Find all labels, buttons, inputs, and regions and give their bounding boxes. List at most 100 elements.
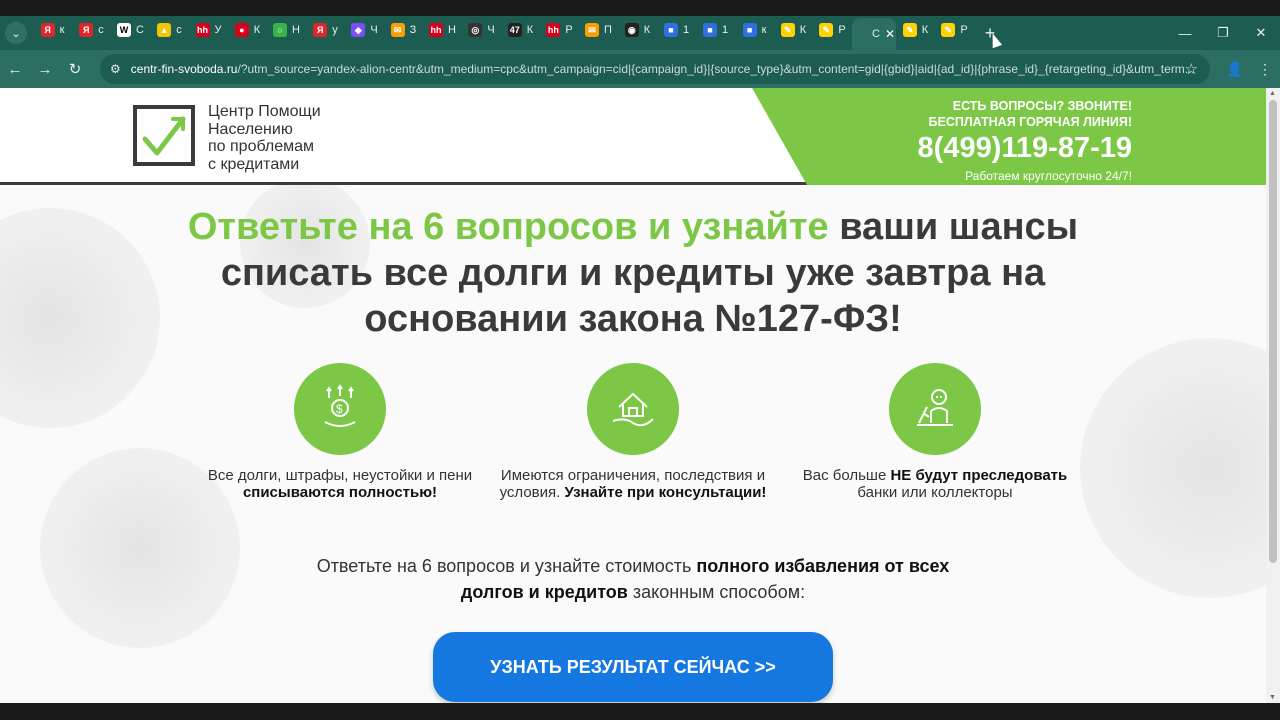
svg-text:$: $ xyxy=(336,402,343,416)
tab-title: 1 xyxy=(682,24,690,36)
close-window-button[interactable]: ✕ xyxy=(1242,16,1280,50)
browser-tab[interactable]: ✉ З xyxy=(384,16,423,44)
restore-button[interactable]: ❐ xyxy=(1204,16,1242,50)
forward-button[interactable]: → xyxy=(30,54,60,84)
circle-logo-icon: ◉ xyxy=(624,23,639,37)
scroll-thumb[interactable] xyxy=(1269,100,1277,563)
subtitle: Ответьте на 6 вопросов и узнайте стоимос… xyxy=(300,553,966,605)
browser-tab[interactable]: hh Н xyxy=(423,16,462,44)
feature-text-plain: банки или коллекторы xyxy=(857,484,1013,501)
feature-collectors: Вас больше НЕ будут преследовать банки и… xyxy=(800,363,1070,501)
bookmark-star-icon[interactable]: ☆ xyxy=(1185,60,1198,78)
browser-tab[interactable]: С ✕ xyxy=(852,18,896,50)
yandex-icon: Я xyxy=(40,23,55,37)
close-tab-icon[interactable]: ✕ xyxy=(885,27,895,41)
browser-tab[interactable]: ✎ К xyxy=(774,16,813,44)
hotline-block: ЕСТЬ ВОПРОСЫ? ЗВОНИТЕ! БЕСПЛАТНАЯ ГОРЯЧА… xyxy=(918,98,1132,183)
browser-tab[interactable]: ○ Н xyxy=(267,16,306,44)
bg-coin-decoration xyxy=(0,208,160,428)
mail-icon: ✉ xyxy=(390,23,405,37)
logo-text[interactable]: Центр Помощи Населению по проблемам с кр… xyxy=(208,103,321,173)
tab-title: У xyxy=(214,24,222,36)
browser-tab[interactable]: ● К xyxy=(228,16,267,44)
browser-tab[interactable]: ✎ К xyxy=(896,16,935,44)
openai-icon: ◎ xyxy=(468,23,483,37)
tab-title: П xyxy=(604,24,612,36)
browser-tab[interactable]: hh У xyxy=(189,16,228,44)
logo-line: по проблемам xyxy=(208,138,315,155)
tab-title: Р xyxy=(565,24,573,36)
collector-icon xyxy=(889,363,981,455)
browser-tab[interactable]: hh Р xyxy=(540,16,579,44)
browser-tab[interactable]: ■ к xyxy=(735,16,774,44)
site-info-icon[interactable]: ⚙ xyxy=(110,62,121,76)
page-scrollbar[interactable]: ▲ ▼ xyxy=(1266,88,1280,703)
tab-title: К xyxy=(526,24,534,36)
browser-tab[interactable]: WС xyxy=(111,16,150,44)
tab-title: Н xyxy=(292,24,300,36)
browser-tab[interactable]: ✎ Р xyxy=(813,16,852,44)
banana-icon: ✎ xyxy=(902,23,917,37)
hh-icon: hh xyxy=(195,23,210,37)
money-icon: $ xyxy=(294,363,386,455)
banana-icon: ✎ xyxy=(819,23,834,37)
scroll-down-arrow-icon[interactable]: ▼ xyxy=(1269,694,1276,701)
browser-tab[interactable]: 47 К xyxy=(501,16,540,44)
address-path: /?utm_source=yandex-alion-centr&utm_medi… xyxy=(237,62,1195,76)
browser-tab[interactable]: ✎ Р xyxy=(935,16,974,44)
tab-title: Р xyxy=(838,24,846,36)
tab-title: 1 xyxy=(721,24,729,36)
tab-title: Ч xyxy=(370,24,378,36)
tab-search-button[interactable]: ⌄ xyxy=(5,22,27,44)
get-result-button[interactable]: УЗНАТЬ РЕЗУЛЬТАТ СЕЙЧАС >> xyxy=(433,632,833,702)
browser-tab[interactable]: ▲ с xyxy=(150,16,189,44)
tab-title: С xyxy=(871,28,880,40)
browser-tab[interactable]: ■ 1 xyxy=(657,16,696,44)
feature-text-bold: Узнайте при консультации! xyxy=(564,484,767,501)
tab-strip: ⌄ Як Яс W С ▲ с hh У ● К ○ Н Яу ◆ Ч ✉ Зhh Н ◎ Ч 47 Кhh Р ✉ П ◉ К ■ 1… xyxy=(0,16,1280,50)
cube-icon: ■ xyxy=(663,23,678,37)
scroll-up-arrow-icon[interactable]: ▲ xyxy=(1269,90,1276,97)
tab-title: К xyxy=(643,24,651,36)
browser-tab[interactable]: ◎ Ч xyxy=(462,16,501,44)
feature-text: Все долги, штрафы, неустойки и пени списы… xyxy=(205,467,475,501)
bg-coin-decoration xyxy=(1080,338,1266,598)
main-headline: Ответьте на 6 вопросов и узнайте ваши ша… xyxy=(150,204,1116,342)
feature-restrictions: Имеются ограничения, последствия и услов… xyxy=(498,363,768,501)
reload-button[interactable]: ↻ xyxy=(60,54,90,84)
cube-icon: ■ xyxy=(742,23,757,37)
phone-number-link[interactable]: 8(499)119-87-19 xyxy=(918,132,1132,164)
browser-tab[interactable]: Як xyxy=(33,16,72,44)
feature-text-plain: Все долги, штрафы, неустойки и пени xyxy=(207,467,473,484)
minimize-button[interactable]: — xyxy=(1166,16,1204,50)
tab-title: с xyxy=(176,24,182,36)
wikipedia-icon: W xyxy=(117,23,132,37)
subtitle-text: Ответьте на 6 вопросов и узнайте стоимос… xyxy=(316,556,692,576)
hh-icon: hh xyxy=(429,23,444,37)
tab-title: Р xyxy=(960,24,968,36)
browser-tab[interactable]: ✉ П xyxy=(579,16,618,44)
browser-tab[interactable]: Яс xyxy=(72,16,111,44)
browser-tab[interactable]: ◆ Ч xyxy=(345,16,384,44)
back-button[interactable]: ← xyxy=(0,54,30,84)
app-icon: 47 xyxy=(507,23,522,37)
feature-debts: $ Все долги, штрафы, неустойки и пени спи… xyxy=(205,363,475,501)
address-bar[interactable]: ⚙ centr-fin-svoboda.ru/?utm_source=yande… xyxy=(100,54,1210,84)
yandex-icon: Я xyxy=(79,23,94,37)
browser-tab[interactable]: ◉ К xyxy=(618,16,657,44)
cube-icon: ■ xyxy=(702,23,717,37)
tab-title: З xyxy=(409,24,417,36)
headline-highlight: Ответьте на 6 вопросов и узнайте xyxy=(187,206,829,248)
browser-toolbar: ← → ↻ ⚙ centr-fin-svoboda.ru/?utm_source… xyxy=(0,50,1280,88)
alice-icon: ◆ xyxy=(351,23,366,37)
logo-check-icon[interactable] xyxy=(133,105,195,166)
feature-text-plain: Вас больше xyxy=(802,467,887,484)
browser-menu-icon[interactable]: ⋮ xyxy=(1250,54,1280,84)
site-header: Центр Помощи Населению по проблемам с кр… xyxy=(0,88,1266,185)
profile-icon[interactable]: 👤 xyxy=(1220,54,1250,84)
browser-tab[interactable]: ■ 1 xyxy=(696,16,735,44)
browser-tab[interactable]: Яу xyxy=(306,16,345,44)
ring-icon: ○ xyxy=(273,23,288,37)
feature-text: Имеются ограничения, последствия и услов… xyxy=(498,467,768,501)
blob-icon: ● xyxy=(234,23,249,37)
